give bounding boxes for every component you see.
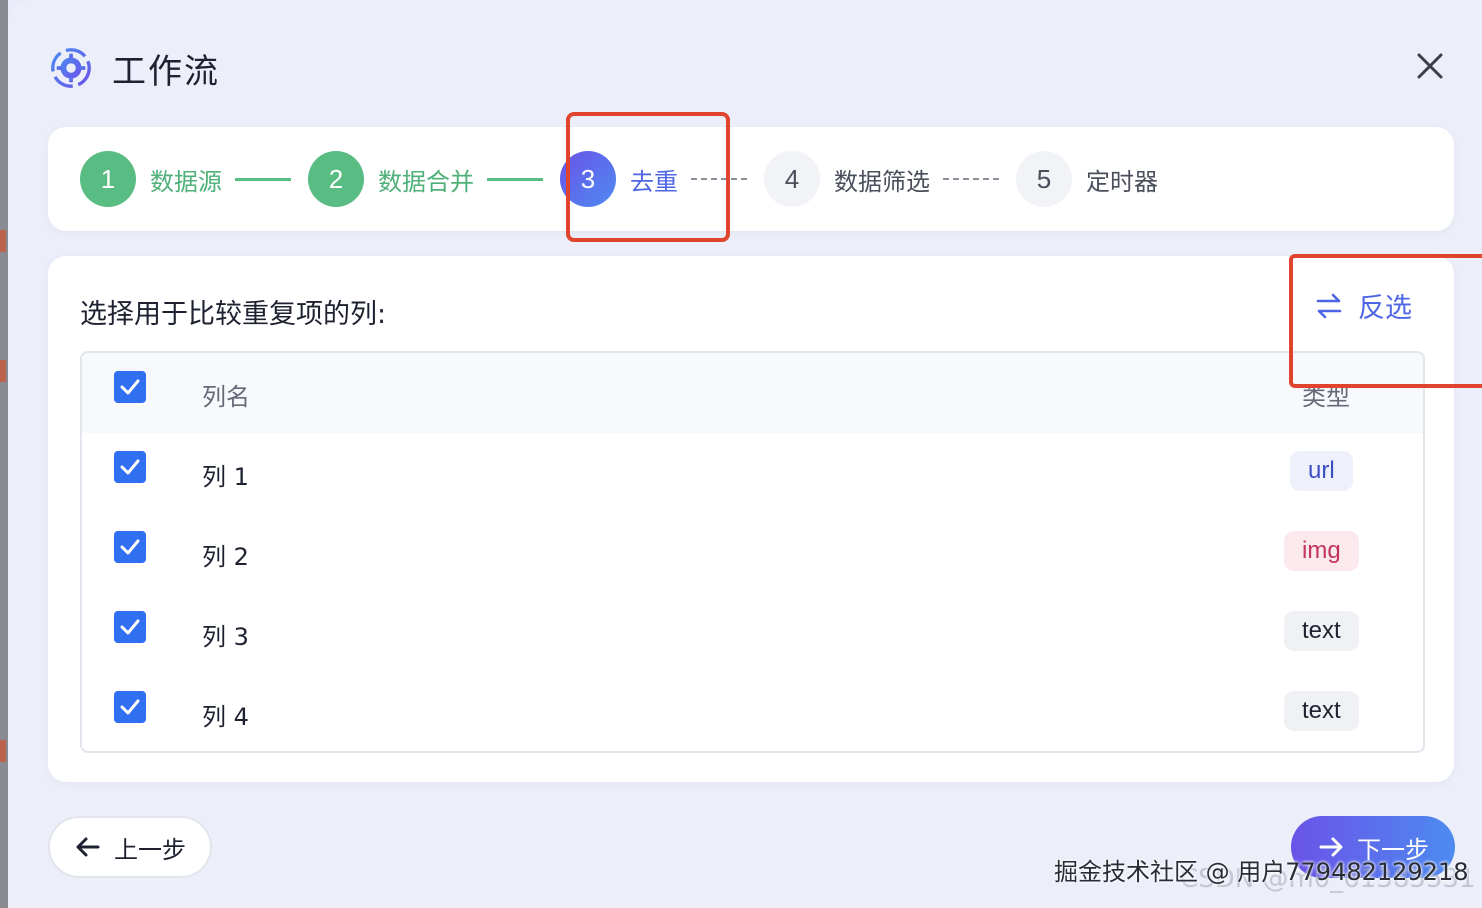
step-number: 4 [764,151,820,207]
step-connector [235,178,291,181]
table-row[interactable]: 列 2 img [82,513,1423,593]
table-row[interactable]: 列 4 text [82,673,1423,751]
step-data-source[interactable]: 1 数据源 [80,151,222,207]
step-label: 数据筛选 [834,167,930,196]
column-select-prompt: 选择用于比较重复项的列: [80,299,387,330]
step-number: 2 [308,151,364,207]
column-header-type: 类型 [1302,383,1350,411]
table-header: 列名 类型 [82,353,1423,433]
step-label: 去重 [630,167,678,196]
row-column-name: 列 2 [202,543,249,571]
step-number: 3 [560,151,616,207]
type-badge-text: text [1284,611,1359,651]
column-header-name: 列名 [202,383,250,411]
dialog-title: 工作流 [112,51,220,92]
step-label: 数据合并 [378,167,474,196]
dialog-header: 工作流 [48,40,220,96]
check-icon [120,539,140,555]
table-row[interactable]: 列 1 url [82,433,1423,513]
type-badge-url: url [1290,451,1353,491]
steps-bar: 1 数据源 2 数据合并 3 去重 4 数据筛选 5 定时器 [48,127,1454,231]
gear-flow-icon [51,48,91,88]
table-row[interactable]: 列 3 text [82,593,1423,673]
background-edge-mark [0,360,6,382]
step-number: 1 [80,151,136,207]
check-icon [120,459,140,475]
background-edge-mark [0,230,6,252]
step-number: 5 [1016,151,1072,207]
check-icon [120,699,140,715]
step-data-merge[interactable]: 2 数据合并 [308,151,474,207]
row-column-name: 列 1 [202,463,249,491]
invert-selection-label: 反选 [1358,293,1412,324]
arrow-left-icon [76,837,100,857]
step-connector [943,178,999,180]
row-checkbox[interactable] [114,691,146,723]
close-icon[interactable] [1412,48,1448,84]
row-checkbox[interactable] [114,531,146,563]
watermark-juejin: 掘金技术社区 @ 用户779482129218 [1054,858,1469,886]
row-checkbox[interactable] [114,451,146,483]
step-data-filter[interactable]: 4 数据筛选 [764,151,930,207]
invert-selection-button[interactable]: 反选 [1314,286,1412,325]
check-icon [120,379,140,395]
check-icon [120,619,140,635]
select-all-checkbox[interactable] [114,371,146,403]
row-column-name: 列 4 [202,703,249,731]
type-badge-img: img [1284,531,1359,571]
columns-table: 列名 类型 列 1 url 列 2 img 列 3 text 列 4 text [80,351,1425,753]
background-edge-mark [0,740,6,762]
dedupe-panel: 选择用于比较重复项的列: 反选 列名 类型 列 1 url 列 2 img 列 … [48,256,1454,782]
row-checkbox[interactable] [114,611,146,643]
step-connector [487,178,543,181]
previous-step-button[interactable]: 上一步 [48,816,212,878]
step-label: 定时器 [1086,167,1158,196]
step-timer[interactable]: 5 定时器 [1016,151,1158,207]
workflow-dialog: 工作流 1 数据源 2 数据合并 3 去重 4 数据筛选 5 定时器 选择用于比… [8,0,1482,908]
row-column-name: 列 3 [202,623,249,651]
step-dedupe[interactable]: 3 去重 [560,151,678,207]
previous-step-label: 上一步 [114,835,186,864]
swap-arrows-icon [1316,293,1342,318]
step-label: 数据源 [150,167,222,196]
background-edge [0,0,8,908]
type-badge-text: text [1284,691,1359,731]
step-connector [691,178,747,180]
